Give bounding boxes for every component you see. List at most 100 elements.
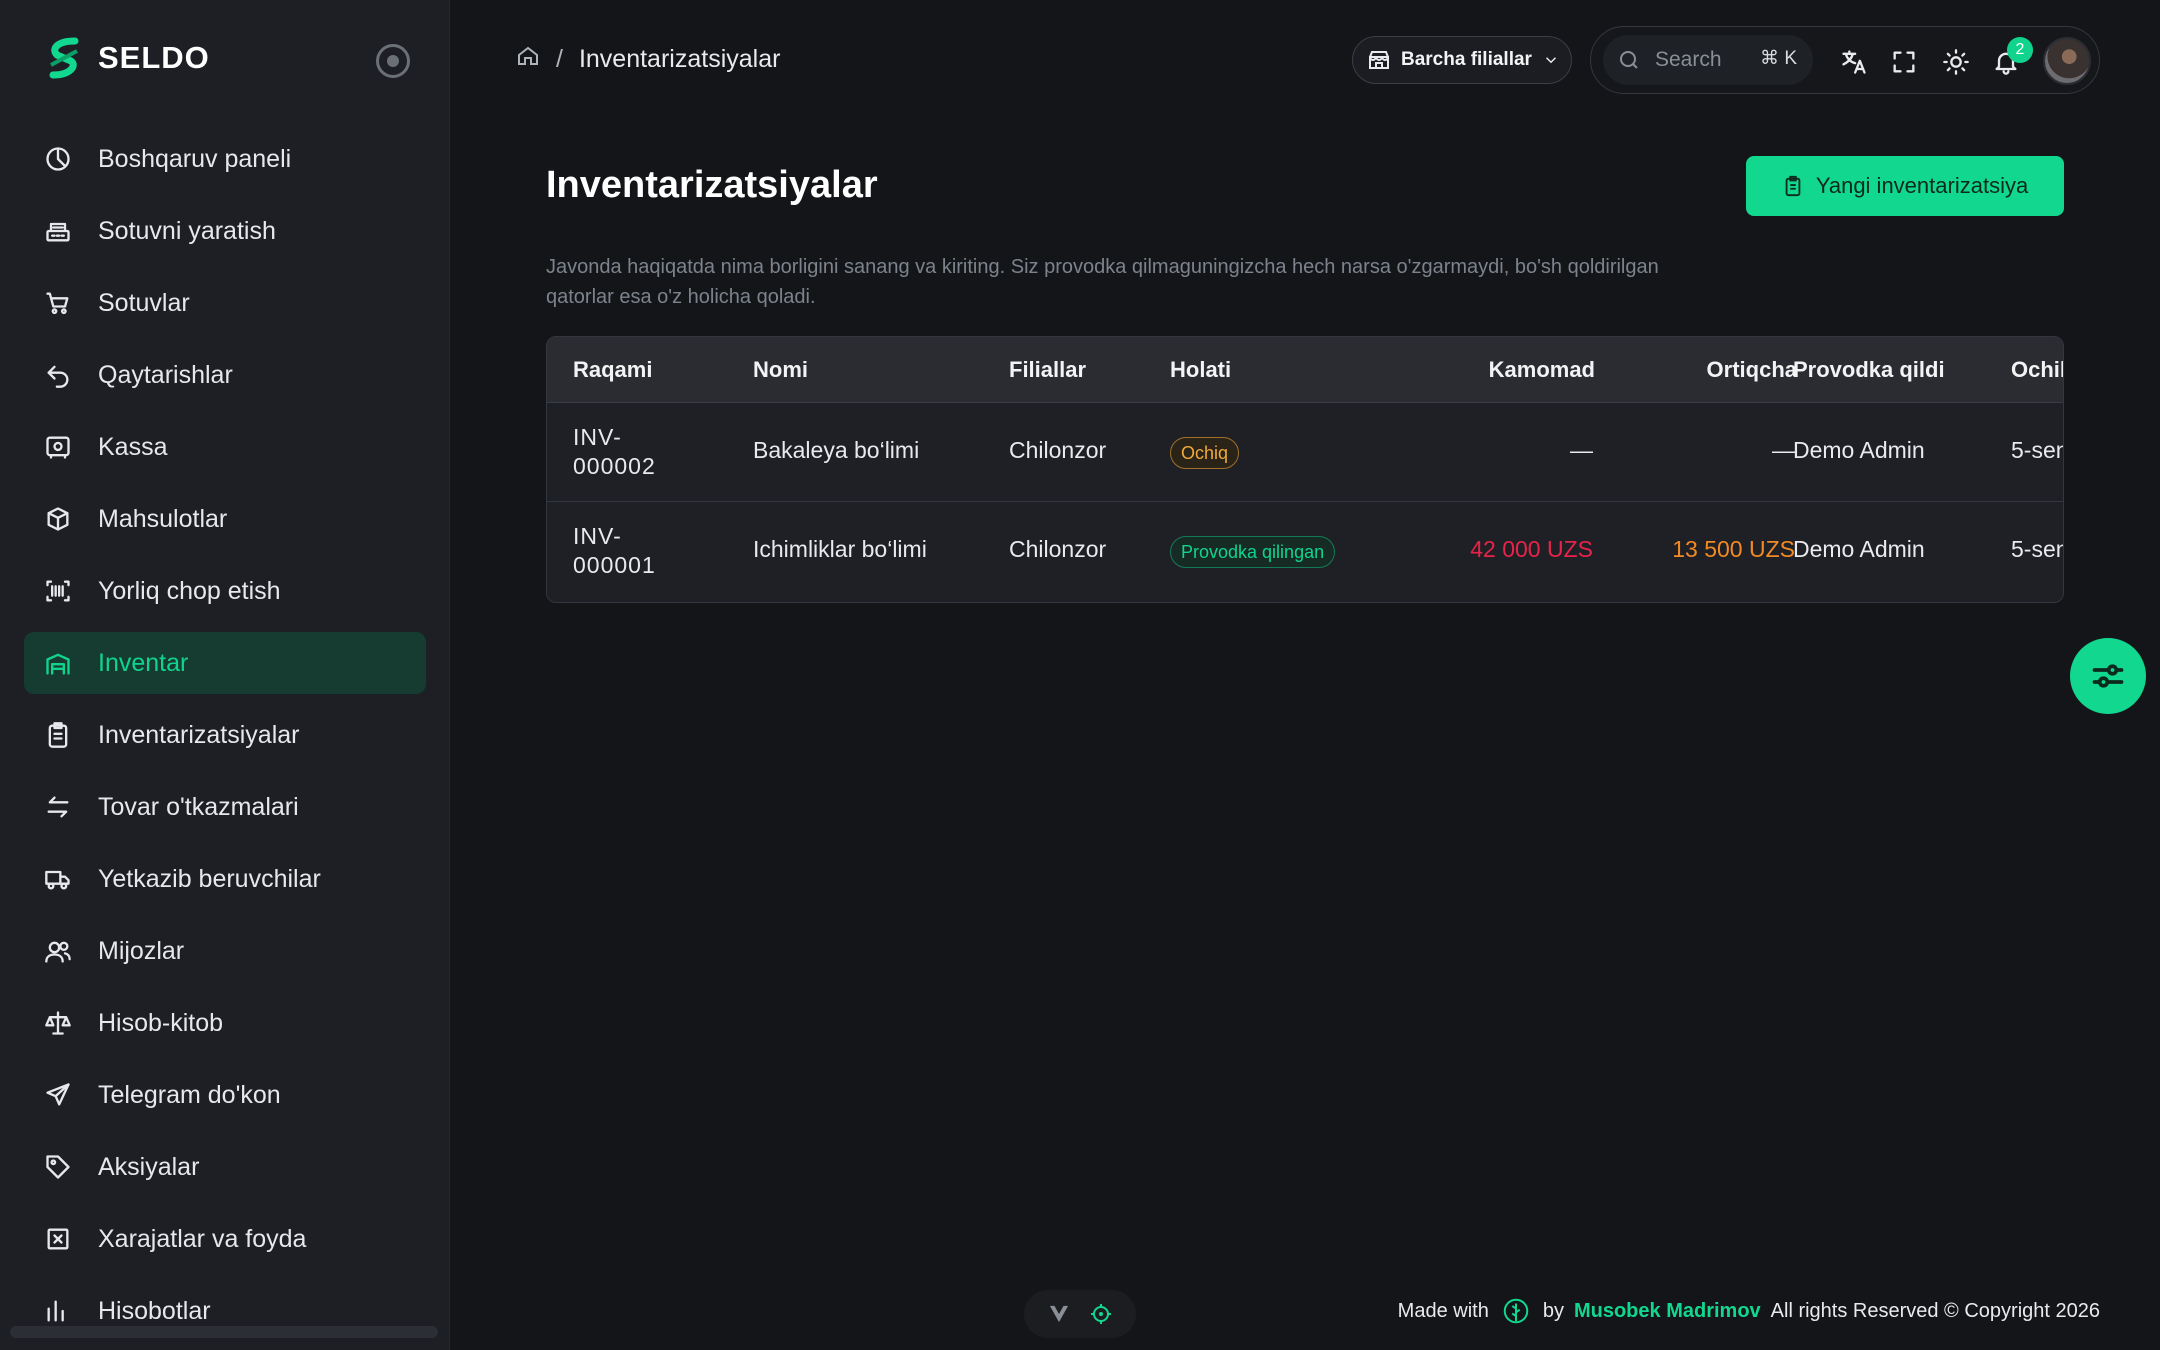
store-icon: [1369, 51, 1389, 69]
target-icon: [1090, 1304, 1111, 1324]
new-stocktake-label: Yangi inventarizatsiya: [1815, 173, 2029, 198]
sidebar-item-label: Xarajatlar va foyda: [98, 1224, 307, 1253]
send-icon: [42, 1079, 74, 1111]
column-header[interactable]: Ochil: [2011, 357, 2063, 383]
sidebar-item-suppliers[interactable]: Yetkazib beruvchilar: [24, 848, 426, 910]
column-header[interactable]: Holati: [1170, 357, 1231, 383]
return-icon: [42, 359, 74, 391]
footer-made-with: Made with: [1397, 1299, 1489, 1322]
sidebar-item-inventory[interactable]: Inventar: [24, 632, 426, 694]
column-header[interactable]: Raqami: [573, 357, 652, 383]
sidebar-item-label: Aksiyalar: [98, 1152, 200, 1181]
sidebar-item-label: Yorliq chop etish: [98, 576, 281, 605]
sidebar-item-telegram-shop[interactable]: Telegram do'kon: [24, 1064, 426, 1126]
page-description: Javonda haqiqatda nima borligini sanang …: [546, 256, 1659, 308]
new-stocktake-button[interactable]: Yangi inventarizatsiya: [1746, 156, 2064, 216]
breadcrumb: / Inventarizatsiyalar: [516, 44, 780, 75]
home-icon[interactable]: [516, 44, 540, 75]
fullscreen-icon[interactable]: [1889, 47, 1919, 77]
warehouse-icon: [42, 647, 74, 679]
search-input[interactable]: Search ⌘ K: [1603, 35, 1813, 85]
sidebar-item-customers[interactable]: Mijozlar: [24, 920, 426, 982]
sidebar-pin-toggle[interactable]: [376, 44, 410, 78]
logo-icon: [40, 34, 88, 82]
clipboard-icon: [42, 719, 74, 751]
footer-author-link[interactable]: Musobek Madrimov: [1574, 1300, 1761, 1323]
clipboard-icon: [1785, 175, 1801, 197]
sidebar-item-label: Mijozlar: [98, 936, 185, 965]
theme-customizer-button[interactable]: [2070, 638, 2146, 714]
sliders-icon: [2092, 664, 2124, 688]
posted-by-cell: Demo Admin: [1793, 536, 1925, 562]
sidebar-item-label: Sotuvni yaratish: [98, 216, 276, 245]
topbar-actions: Search ⌘ K 2: [1590, 26, 2100, 94]
footer: Made with by Musobek Madrimov All rights…: [1398, 1296, 2100, 1326]
table-header: Raqami Nomi Filiallar Holati Kamomad Ort…: [547, 337, 2063, 403]
stocktake-name: Bakaleya bo‘limi: [753, 437, 920, 463]
sidebar-item-promotions[interactable]: Aksiyalar: [24, 1136, 426, 1198]
stocktake-number[interactable]: INV-000001: [573, 522, 693, 580]
chart-icon: [42, 1295, 74, 1327]
sidebar-item-cash[interactable]: Kassa: [24, 416, 426, 478]
sidebar-item-dashboard[interactable]: Boshqaruv paneli: [24, 128, 426, 190]
sidebar-item-stocktakes[interactable]: Inventarizatsiyalar: [24, 704, 426, 766]
sidebar-item-labels[interactable]: Yorliq chop etish: [24, 560, 426, 622]
status-badge: Provodka qilingan: [1170, 536, 1336, 568]
column-header[interactable]: Kamomad: [1397, 357, 1595, 383]
table-row[interactable]: INV-000002 Bakaleya bo‘limi Chilonzor Oc…: [547, 403, 2063, 502]
register-icon: [42, 215, 74, 247]
avatar[interactable]: [2043, 37, 2091, 85]
devtools-pill[interactable]: [1024, 1290, 1136, 1338]
radio-dot-icon: [387, 55, 399, 67]
sidebar-item-products[interactable]: Mahsulotlar: [24, 488, 426, 550]
surplus-cell: —: [1772, 437, 1795, 463]
breadcrumb-separator: /: [556, 45, 563, 73]
posted-by-cell: Demo Admin: [1793, 437, 1925, 463]
shortage-cell: 42 000 UZS: [1470, 536, 1593, 562]
branch-select[interactable]: Barcha filiallar: [1352, 36, 1572, 84]
sidebar-item-label: Telegram do'kon: [98, 1080, 281, 1109]
footer-rights: All rights Reserved © Copyright 2026: [1770, 1299, 2100, 1322]
search-shortcut: ⌘ K: [1760, 48, 1797, 69]
notification-count-badge: 2: [2007, 37, 2033, 63]
column-header[interactable]: Filiallar: [1009, 357, 1086, 383]
page-title: Inventarizatsiyalar: [546, 164, 878, 206]
sidebar-item-accounting[interactable]: Hisob-kitob: [24, 992, 426, 1054]
safe-icon: [42, 431, 74, 463]
branch-cell: Chilonzor: [1009, 536, 1107, 562]
sidebar-item-expenses[interactable]: Xarajatlar va foyda: [24, 1208, 426, 1270]
stocktakes-table: Raqami Nomi Filiallar Holati Kamomad Ort…: [546, 336, 2064, 603]
column-header[interactable]: Nomi: [753, 357, 808, 383]
stocktake-number[interactable]: INV-000002: [573, 423, 693, 481]
receipt-icon: [42, 1223, 74, 1255]
transfer-icon: [42, 791, 74, 823]
column-header[interactable]: Provodka qildi: [1793, 357, 1945, 383]
sidebar-item-label: Sotuvlar: [98, 288, 190, 317]
box-icon: [42, 503, 74, 535]
sidebar-item-label: Qaytarishlar: [98, 360, 233, 389]
branch-select-label: Barcha filiallar: [1401, 49, 1532, 70]
table-row[interactable]: INV-000001 Ichimliklar bo‘limi Chilonzor…: [547, 502, 2063, 602]
brand-logo[interactable]: SELDO: [40, 34, 210, 82]
sidebar-item-transfers[interactable]: Tovar o'tkazmalari: [24, 776, 426, 838]
translate-icon[interactable]: [1839, 47, 1869, 77]
sidebar-item-label: Boshqaruv paneli: [98, 144, 292, 173]
sidebar-item-returns[interactable]: Qaytarishlar: [24, 344, 426, 406]
footer-by: by: [1542, 1299, 1564, 1322]
surplus-cell: 13 500 UZS: [1672, 536, 1795, 562]
barcode-icon: [42, 575, 74, 607]
shortage-cell: —: [1570, 437, 1593, 463]
sidebar-scrollbar[interactable]: [10, 1326, 438, 1338]
search-placeholder: Search: [1655, 48, 1722, 71]
theme-sun-icon[interactable]: [1941, 47, 1971, 77]
cart-icon: [42, 287, 74, 319]
sidebar-item-create-sale[interactable]: Sotuvni yaratish: [24, 200, 426, 262]
sidebar-item-label: Tovar o'tkazmalari: [98, 792, 299, 821]
sidebar-item-sales[interactable]: Sotuvlar: [24, 272, 426, 334]
status-badge: Ochiq: [1170, 437, 1240, 469]
sidebar-item-label: Hisob-kitob: [98, 1008, 224, 1037]
column-header[interactable]: Ortiqcha: [1597, 357, 1797, 383]
stocktake-name: Ichimliklar bo‘limi: [753, 536, 927, 562]
tree-icon: [1501, 1296, 1531, 1326]
sidebar-item-label: Yetkazib beruvchilar: [98, 864, 321, 893]
